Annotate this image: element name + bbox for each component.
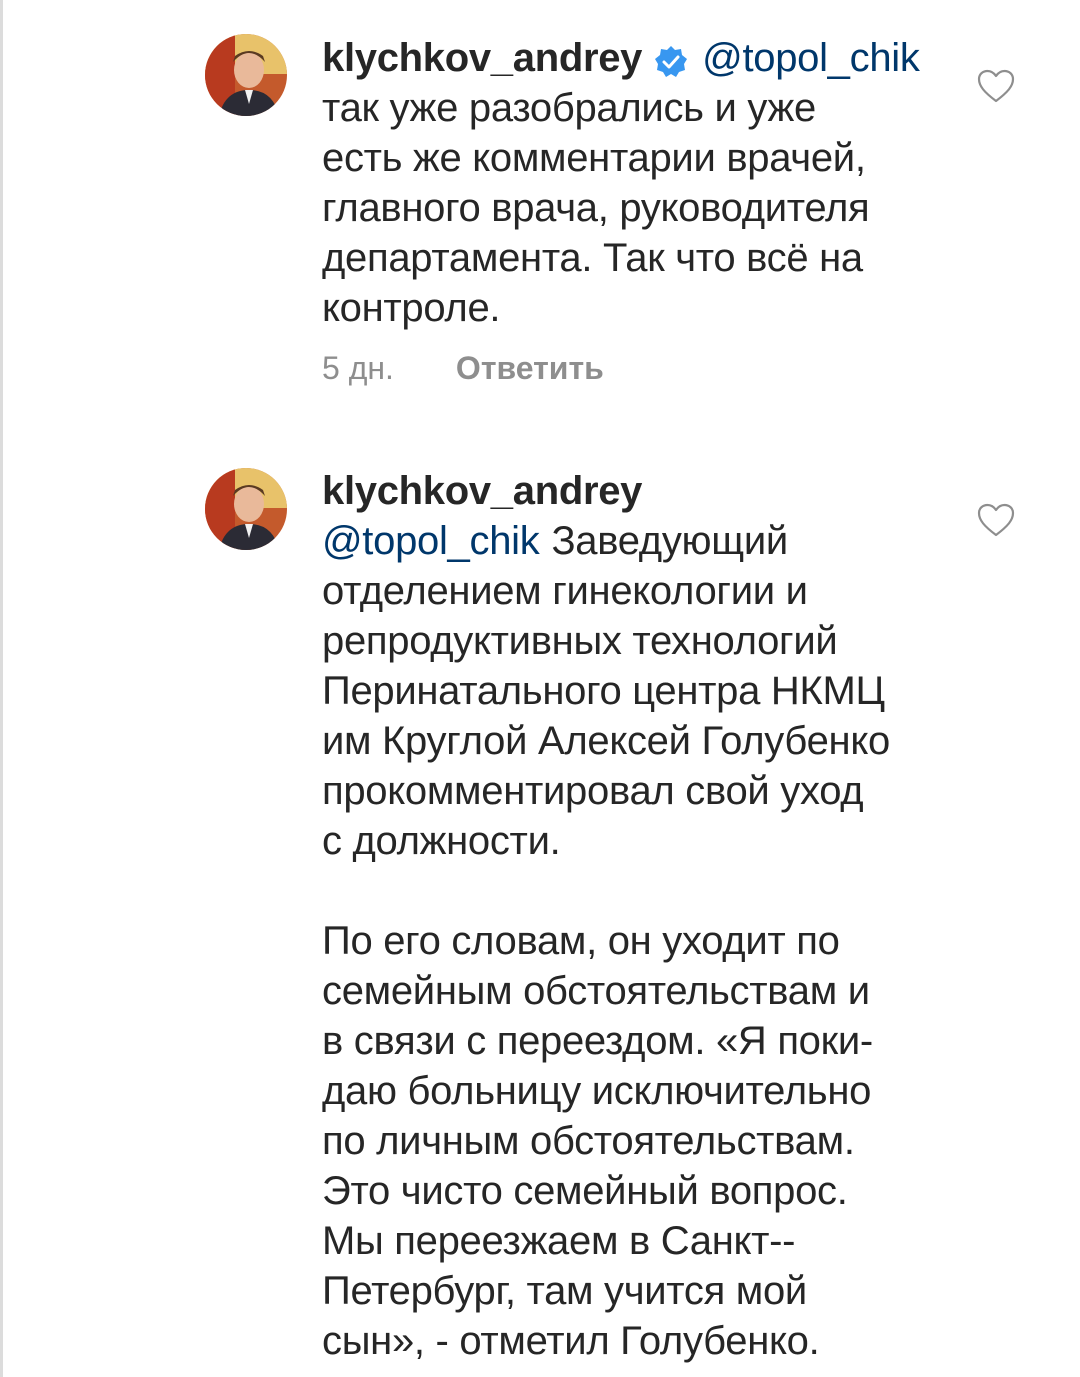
avatar[interactable]	[205, 468, 287, 550]
comment-header: klychkov_andrey @topol_chik	[322, 33, 952, 83]
timestamp: 5 дн.	[322, 350, 394, 386]
heart-outline-icon[interactable]	[976, 502, 1016, 538]
comment-header: klychkov_andrey	[322, 466, 952, 516]
screen-edge	[0, 0, 3, 1377]
heart-outline-icon[interactable]	[976, 68, 1016, 104]
comment-first-line: @topol_chik Заведующий	[322, 516, 952, 566]
avatar[interactable]	[205, 34, 287, 116]
comment-text: так уже разобрались и уже есть же коммен…	[322, 86, 870, 330]
mention-link[interactable]: @topol_chik	[702, 33, 920, 83]
comment-text: отделением гинекологии и репродуктивных …	[322, 569, 890, 1363]
comment-meta: 5 дн. Ответить	[322, 350, 604, 387]
mention-link[interactable]: @topol_chik	[322, 516, 540, 566]
reply-button[interactable]: Ответить	[456, 350, 604, 387]
username[interactable]: klychkov_andrey	[322, 33, 642, 83]
username[interactable]: klychkov_andrey	[322, 466, 642, 516]
comment-text-first: Заведующий	[551, 519, 788, 563]
verified-badge-icon	[654, 41, 688, 77]
